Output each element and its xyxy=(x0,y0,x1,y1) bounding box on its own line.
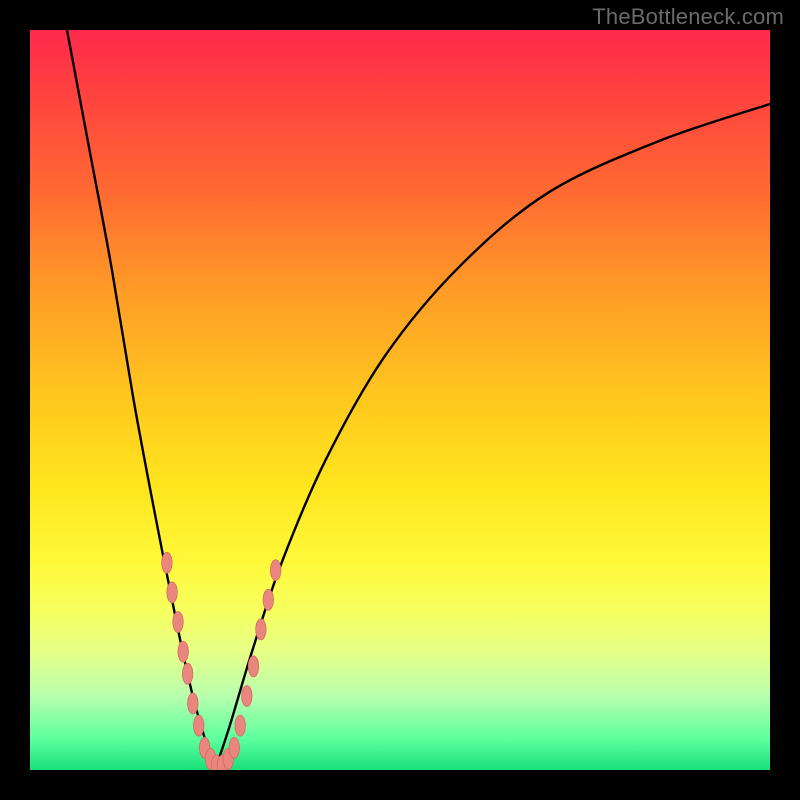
marker-point xyxy=(242,686,252,707)
watermark-text: TheBottleneck.com xyxy=(592,4,784,30)
marker-point xyxy=(194,715,204,736)
chart-frame: TheBottleneck.com xyxy=(0,0,800,800)
marker-point xyxy=(270,560,280,581)
marker-point xyxy=(256,619,266,640)
marker-point xyxy=(182,663,192,684)
marker-point xyxy=(173,612,183,633)
marker-layer xyxy=(30,30,770,770)
marker-point xyxy=(229,737,239,758)
marker-point xyxy=(263,589,273,610)
marker-point xyxy=(188,693,198,714)
marker-point xyxy=(178,641,188,662)
marker-point xyxy=(248,656,258,677)
marker-point xyxy=(167,582,177,603)
plot-area xyxy=(30,30,770,770)
marker-point xyxy=(162,552,172,573)
marker-group xyxy=(162,552,281,770)
marker-point xyxy=(235,715,245,736)
